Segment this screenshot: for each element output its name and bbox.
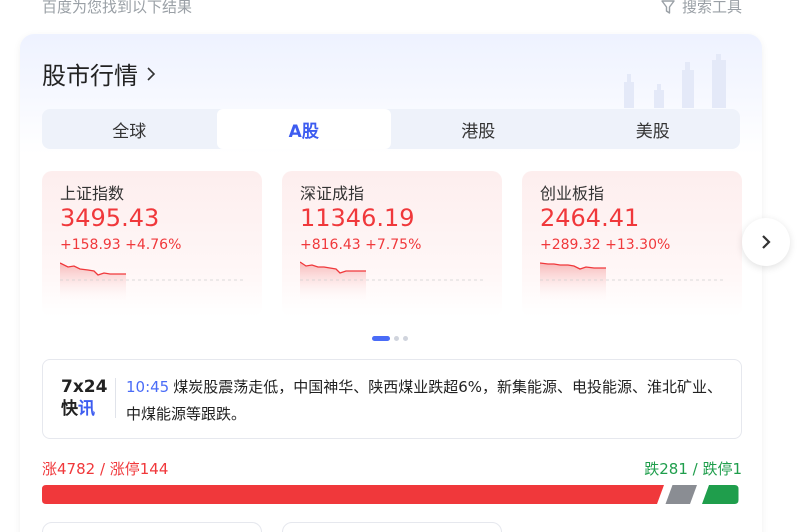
index-name: 深证成指 <box>300 184 365 203</box>
divider <box>115 378 116 418</box>
tab-global[interactable]: 全球 <box>42 109 217 149</box>
filter-icon <box>661 0 675 14</box>
decline-count: 跌281 / 跌停1 <box>644 460 742 478</box>
search-tools-label: 搜索工具 <box>681 0 742 16</box>
market-tabs: 全球 A股 港股 美股 <box>42 109 740 149</box>
market-breadth: 涨4782 / 涨停144 跌281 / 跌停1 <box>42 458 742 478</box>
tab-hk-stock[interactable]: 港股 <box>391 109 566 149</box>
index-cards: 上证指数 3495.43 +158.93 +4.76% 深证成指 11346.1… <box>42 171 742 317</box>
breadth-bar-up <box>42 485 664 504</box>
chevron-right-icon <box>762 235 771 249</box>
index-change: +158.93 +4.76% <box>60 237 182 253</box>
index-sparkline <box>60 262 246 301</box>
index-name: 上证指数 <box>60 184 125 203</box>
index-value: 3495.43 <box>60 204 160 232</box>
tab-us-stock[interactable]: 美股 <box>566 109 741 149</box>
top-bar: 百度为您找到以下结果 搜索工具 <box>0 0 800 22</box>
index-card-sh[interactable]: 上证指数 3495.43 +158.93 +4.76% <box>42 171 262 317</box>
index-change: +289.32 +13.30% <box>540 237 671 253</box>
advance-count: 涨4782 / 涨停144 <box>42 460 169 478</box>
carousel-pager <box>372 336 408 341</box>
news-time: 10:45 <box>126 378 170 396</box>
pager-dot-active[interactable] <box>372 336 390 341</box>
sector-card[interactable] <box>282 522 502 532</box>
news-flash-logo: 7x24 快讯 <box>61 377 108 419</box>
breadth-bar-flat <box>665 485 697 504</box>
index-value: 11346.19 <box>300 204 415 232</box>
index-value: 2464.41 <box>540 204 640 232</box>
chevron-right-icon <box>147 66 156 81</box>
news-flash-item[interactable]: 7x24 快讯 10:45 煤炭股震荡走低，中国神华、陕西煤业跌超6%，新集能源、… <box>42 359 742 439</box>
index-sparkline <box>540 262 726 301</box>
index-card-cyb[interactable]: 创业板指 2464.41 +289.32 +13.30% <box>522 171 742 317</box>
card-title-link[interactable]: 股市行情 <box>42 56 158 91</box>
pager-dot[interactable] <box>394 336 399 341</box>
index-name: 创业板指 <box>540 184 605 203</box>
sector-card[interactable] <box>42 522 262 532</box>
index-sparkline <box>300 261 486 301</box>
bar-chart-decoration-icon <box>624 54 726 108</box>
index-change: +816.43 +7.75% <box>300 237 422 253</box>
pager-dot[interactable] <box>403 336 408 341</box>
news-flash-text: 10:45 煤炭股震荡走低，中国神华、陕西煤业跌超6%，新集能源、电投能源、淮北矿… <box>126 378 723 423</box>
result-hint: 百度为您找到以下结果 <box>42 0 193 16</box>
breadth-bar <box>42 485 739 504</box>
tab-a-share[interactable]: A股 <box>216 109 391 149</box>
index-card-sz[interactable]: 深证成指 11346.19 +816.43 +7.75% <box>282 171 502 317</box>
search-tools-button[interactable]: 搜索工具 <box>660 0 742 17</box>
breadth-bar-down <box>702 485 739 504</box>
card-title: 股市行情 <box>42 62 138 90</box>
next-page-button[interactable] <box>742 218 790 266</box>
